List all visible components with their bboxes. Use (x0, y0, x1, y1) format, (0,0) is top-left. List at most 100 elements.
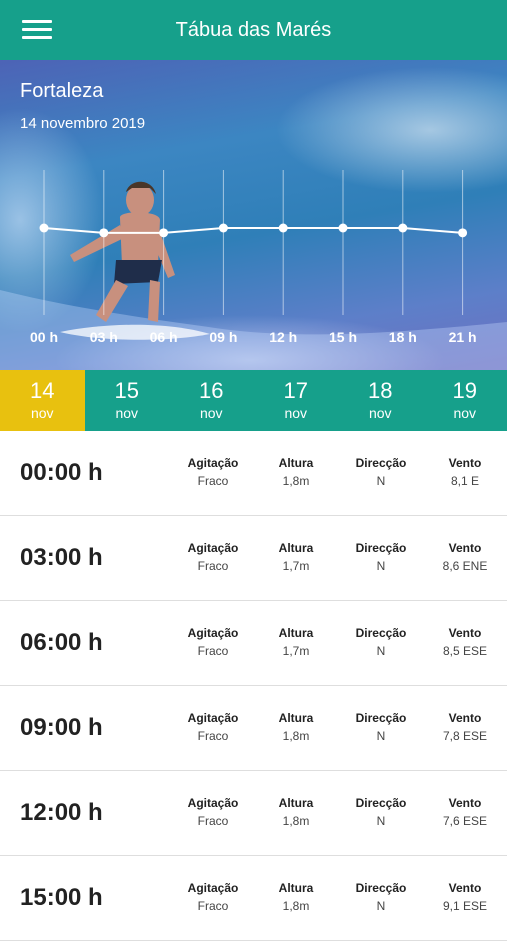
row-time: 06:00 h (20, 629, 103, 657)
chart-x-tick-label: 18 h (389, 329, 417, 345)
row-time: 00:00 h (20, 459, 103, 487)
tide-point (458, 228, 467, 237)
tide-point (99, 228, 108, 237)
chart-x-tick-label: 15 h (329, 329, 357, 345)
tide-row: 06:00 h Agitação Fraco Altura 1,7mDirecçãoNV… (0, 601, 507, 686)
row-altura: Altura 1,7m (251, 626, 341, 658)
row-agitacao: Agitação Fraco (168, 796, 258, 828)
day-tab-14[interactable]: 14nov (0, 370, 85, 431)
day-selector: 14nov15nov16nov17nov18nov19nov (0, 370, 507, 431)
agitacao-header: Agitação (168, 626, 258, 640)
row-direccao: DirecçãoN (336, 711, 426, 743)
altura-value: 1,8m (251, 814, 341, 828)
direccao-value: N (336, 899, 426, 913)
vento-value: 8,5 ESE (420, 644, 507, 658)
row-direccao: Direcção N (336, 796, 426, 828)
agitacao-value: Fraco (168, 814, 258, 828)
agitacao-header: Agitação (168, 881, 258, 895)
agitacao-value: Fraco (168, 729, 258, 743)
tide-table: 00:00 hAgitaçãoFracoAltura1,8mDirecçãoNV… (0, 431, 507, 941)
agitacao-header: Agitação (168, 796, 258, 810)
vento-value: 8,6 ENE (420, 559, 507, 573)
row-direccao: DirecçãoN (336, 626, 426, 658)
vento-header: Vento (420, 711, 507, 725)
chart-x-tick-label: 00 h (30, 329, 58, 345)
row-time: 15:00 h (20, 884, 103, 912)
agitacao-header: Agitação (168, 456, 258, 470)
row-direccao: DirecçãoN (336, 541, 426, 573)
vento-header: Vento (420, 626, 507, 640)
direccao-header: Direcção (336, 711, 426, 725)
day-number: 17 (254, 380, 339, 402)
chart-x-tick-label: 12 h (269, 329, 297, 345)
direccao-value: N (336, 814, 426, 828)
day-number: 18 (338, 380, 423, 402)
row-agitacao: AgitaçãoFraco (168, 881, 258, 913)
vento-header: Vento (420, 456, 507, 470)
row-vento: Vento8,1 E (420, 456, 507, 488)
day-number: 16 (169, 380, 254, 402)
altura-value: 1,7m (251, 559, 341, 573)
direccao-header: Direcção (336, 796, 426, 810)
day-month: nov (338, 406, 423, 420)
vento-value: 7,8 ESE (420, 729, 507, 743)
tide-row: 00:00 h AgitaçãoFracoAltura 1,8m Direcção NV… (0, 431, 507, 516)
vento-header: Vento (420, 541, 507, 555)
row-altura: Altura 1,7m (251, 541, 341, 573)
vento-header: Vento (420, 796, 507, 810)
hero-banner: Fortaleza 14 novembro 2019 00 h03 h06 h0… (0, 60, 507, 370)
chart-x-tick-label: 21 h (449, 329, 477, 345)
vento-value: 7,6 ESE (420, 814, 507, 828)
chart-x-tick-label: 06 h (150, 329, 178, 345)
tide-row: 09:00 hAgitaçãoFracoAltura1,8mDirecçãoNV… (0, 686, 507, 771)
altura-header: Altura (251, 626, 341, 640)
direccao-header: Direcção (336, 881, 426, 895)
altura-header: Altura (251, 541, 341, 555)
day-tab-18[interactable]: 18 nov (338, 370, 423, 431)
row-time: 03:00 h (20, 544, 103, 572)
altura-header: Altura (251, 456, 341, 470)
tide-row: 15:00 hAgitaçãoFracoAltura1,8mDirecçãoNV… (0, 856, 507, 941)
altura-header: Altura (251, 796, 341, 810)
tide-row: 12:00 hAgitaçãoFracoAltura1,8mDirecçãoNV… (0, 771, 507, 856)
direccao-value: N (336, 474, 426, 488)
direccao-header: Direcção (336, 456, 426, 470)
agitacao-header: Agitação (168, 711, 258, 725)
row-vento: Vento 8,6 ENE (420, 541, 507, 573)
altura-value: 1,8m (251, 729, 341, 743)
row-altura: Altura 1,8m (251, 456, 341, 488)
day-tab-19[interactable]: 19 nov (423, 370, 507, 431)
tide-point (159, 228, 168, 237)
row-vento: Vento9,1 ESE (420, 881, 507, 913)
tide-point (279, 224, 288, 233)
tide-point (219, 224, 228, 233)
agitacao-value: Fraco (168, 644, 258, 658)
row-agitacao: Agitação Fraco (168, 711, 258, 743)
day-number: 14 (0, 380, 85, 402)
row-agitacao: AgitaçãoFraco (168, 541, 258, 573)
altura-header: Altura (251, 881, 341, 895)
altura-value: 1,8m (251, 474, 341, 488)
row-altura: Altura 1,8m (251, 711, 341, 743)
altura-value: 1,7m (251, 644, 341, 658)
tide-row: 03:00 h AgitaçãoFracoAltura 1,7mDirecçãoNV… (0, 516, 507, 601)
day-month: nov (85, 406, 170, 420)
chart-x-tick-label: 03 h (90, 329, 118, 345)
day-month: nov (423, 406, 507, 420)
day-tab-16[interactable]: 16nov (169, 370, 254, 431)
day-tab-17[interactable]: 17nov (254, 370, 339, 431)
direccao-header: Direcção (336, 541, 426, 555)
day-tab-15[interactable]: 15nov (85, 370, 170, 431)
tide-point (398, 224, 407, 233)
app-title: Tábua das Marés (0, 19, 507, 42)
row-altura: Altura 1,8m (251, 796, 341, 828)
row-agitacao: Agitação Fraco (168, 626, 258, 658)
direccao-value: N (336, 644, 426, 658)
altura-header: Altura (251, 711, 341, 725)
row-direccao: Direcção N (336, 456, 426, 488)
tide-chart: 00 h03 h06 h09 h12 h15 h18 h21 h (0, 60, 507, 370)
row-agitacao: AgitaçãoFraco (168, 456, 258, 488)
row-vento: Vento 7,8 ESE (420, 711, 507, 743)
vento-value: 9,1 ESE (420, 899, 507, 913)
day-number: 19 (423, 380, 507, 402)
